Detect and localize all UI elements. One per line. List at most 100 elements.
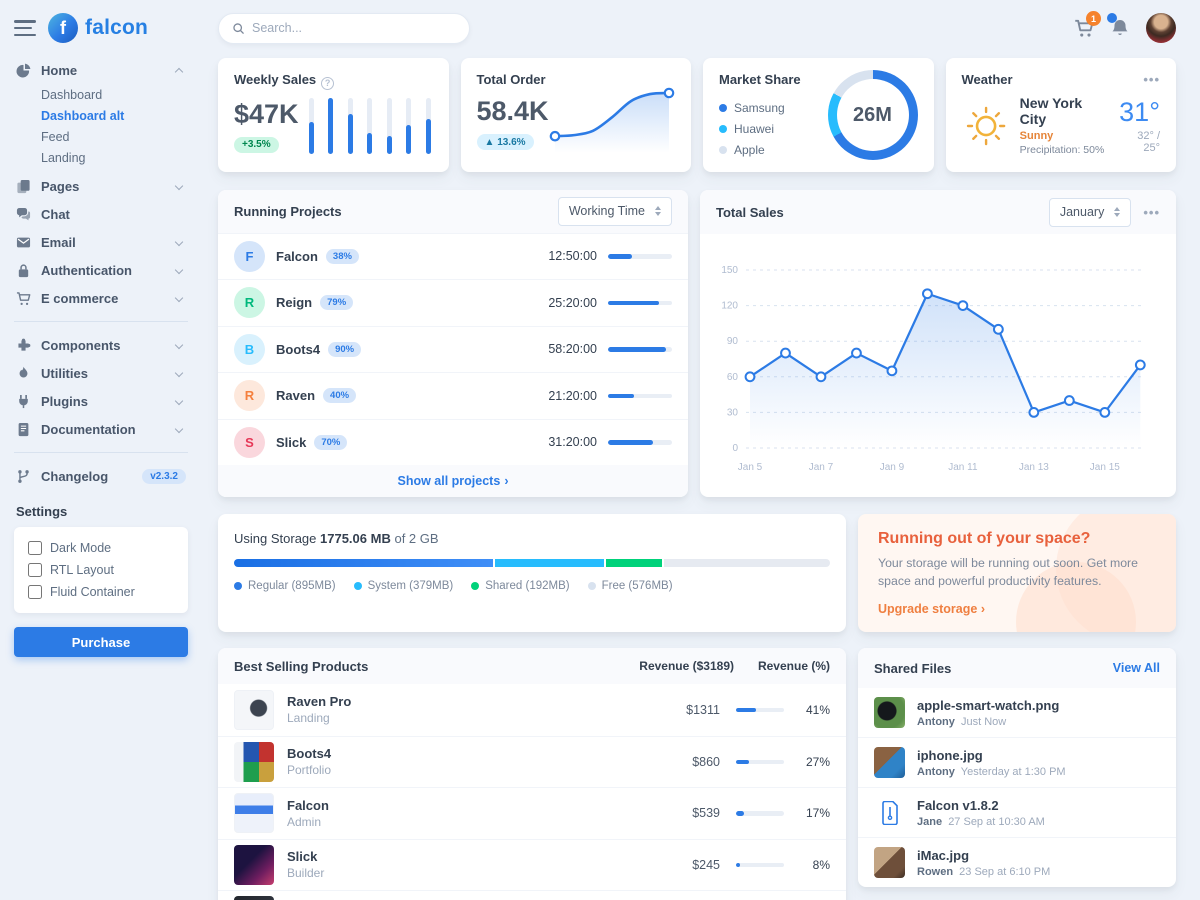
sidebar-nav: HomeDashboardDashboard altFeedLanding Pag… (14, 56, 188, 490)
sidebar-subitem-landing[interactable]: Landing (41, 147, 188, 168)
svg-text:Jan 9: Jan 9 (880, 462, 905, 473)
file-name[interactable]: Falcon v1.8.2 (917, 798, 1045, 813)
sidebar-item-label: Pages (41, 179, 167, 194)
storage-segment-3 (664, 559, 830, 567)
checkbox[interactable] (28, 541, 42, 555)
sidebar-subitem-dashboard-alt[interactable]: Dashboard alt (41, 105, 188, 126)
sidebar-subitem-dashboard[interactable]: Dashboard (41, 84, 188, 105)
month-select[interactable]: January (1049, 198, 1131, 227)
help-icon[interactable]: ? (321, 77, 334, 90)
product-name[interactable]: Boots4 (287, 746, 650, 761)
show-all-projects-link[interactable]: Show all projects› (218, 465, 688, 497)
project-row: SSlick70%31:20:00 (218, 419, 688, 466)
setting-option-rtl-layout[interactable]: RTL Layout (28, 559, 174, 581)
legend-label: Regular (895MB) (248, 580, 336, 592)
upgrade-storage-link[interactable]: Upgrade storage › (878, 602, 985, 616)
file-name[interactable]: iphone.jpg (917, 748, 1066, 763)
setting-option-label: Fluid Container (50, 585, 135, 599)
weather-city: New York City (1020, 95, 1109, 127)
search-input[interactable] (252, 21, 456, 35)
bar-track (328, 98, 333, 154)
chevron-down-icon (175, 369, 183, 377)
bar-track (367, 98, 372, 154)
storage-legend: Regular (895MB)System (379MB)Shared (192… (234, 580, 830, 592)
legend-label: Samsung (734, 101, 785, 115)
pages-icon (16, 178, 32, 194)
checkbox[interactable] (28, 585, 42, 599)
bar-fill (328, 98, 333, 154)
svg-text:Jan 11: Jan 11 (948, 462, 978, 473)
total-sales-menu-icon[interactable]: ••• (1143, 205, 1160, 220)
bar-track (309, 98, 314, 154)
project-row: FFalcon38%12:50:00 (218, 233, 688, 280)
purchase-button[interactable]: Purchase (14, 627, 188, 657)
bar-fill (387, 136, 392, 154)
search-box[interactable] (218, 13, 470, 44)
weather-menu-icon[interactable]: ••• (1143, 72, 1160, 87)
product-progress-bar (736, 708, 784, 713)
lock-icon (16, 262, 32, 278)
running-projects-title: Running Projects (234, 204, 342, 219)
chat-icon (16, 206, 32, 222)
sidebar-subitem-feed[interactable]: Feed (41, 126, 188, 147)
project-avatar: R (234, 380, 265, 411)
checkbox[interactable] (28, 563, 42, 577)
view-all-link[interactable]: View All (1113, 661, 1160, 675)
cart-button[interactable]: 1 (1074, 18, 1094, 38)
select-arrows-icon (1114, 207, 1120, 217)
setting-option-dark-mode[interactable]: Dark Mode (28, 537, 174, 559)
project-progress-fill (608, 347, 666, 352)
project-name[interactable]: Slick (276, 435, 306, 450)
hamburger-menu-button[interactable] (14, 20, 36, 36)
sidebar-item-documentation[interactable]: Documentation (14, 415, 188, 443)
sidebar-item-changelog[interactable]: Changelogv2.3.2 (14, 462, 188, 490)
project-name[interactable]: Falcon (276, 249, 318, 264)
product-progress-fill (736, 760, 749, 765)
notifications-button[interactable] (1110, 18, 1130, 38)
chevron-down-icon (175, 341, 183, 349)
chevron-right-icon: › (504, 474, 508, 488)
product-row: SlickBuilder$2458% (218, 839, 846, 891)
user-avatar[interactable] (1146, 13, 1176, 43)
product-revenue: $245 (650, 858, 720, 872)
cart-icon (16, 290, 32, 306)
project-name[interactable]: Boots4 (276, 342, 320, 357)
project-avatar: R (234, 287, 265, 318)
sidebar-item-email[interactable]: Email (14, 228, 188, 256)
legend-label: Apple (734, 143, 765, 157)
product-name[interactable]: Slick (287, 849, 650, 864)
project-progress-fill (608, 301, 659, 306)
market-share-donut-chart: 26M (828, 70, 918, 160)
product-name[interactable]: Raven Pro (287, 694, 650, 709)
storage-usage-bar (234, 559, 830, 567)
sidebar-item-pages[interactable]: Pages (14, 172, 188, 200)
chart-pie-icon (16, 62, 32, 78)
sidebar-item-chat[interactable]: Chat (14, 200, 188, 228)
sidebar-item-utilities[interactable]: Utilities (14, 359, 188, 387)
brand-logo[interactable]: f falcon (48, 13, 148, 43)
sidebar-item-label: Authentication (41, 263, 167, 278)
file-name[interactable]: iMac.jpg (917, 848, 1050, 863)
product-progress-bar (736, 760, 784, 765)
bar-track (406, 98, 411, 154)
sidebar-item-home[interactable]: Home (14, 56, 188, 84)
file-name[interactable]: apple-smart-watch.png (917, 698, 1059, 713)
svg-text:30: 30 (727, 407, 739, 418)
product-thumbnail (234, 845, 274, 885)
file-row: iphone.jpgAntony Yesterday at 1:30 PM (858, 737, 1176, 787)
svg-text:Jan 13: Jan 13 (1019, 462, 1049, 473)
sidebar-item-e-commerce[interactable]: E commerce (14, 284, 188, 312)
product-name[interactable]: Falcon (287, 798, 650, 813)
project-name[interactable]: Raven (276, 388, 315, 403)
sidebar-item-authentication[interactable]: Authentication (14, 256, 188, 284)
working-time-select[interactable]: Working Time (558, 197, 672, 226)
product-progress-fill (736, 863, 740, 868)
project-name[interactable]: Reign (276, 295, 312, 310)
bar-track (426, 98, 431, 154)
sidebar-item-components[interactable]: Components (14, 331, 188, 359)
sidebar-item-label: Changelog (41, 469, 133, 484)
setting-option-fluid-container[interactable]: Fluid Container (28, 581, 174, 603)
legend-dot (719, 104, 727, 112)
weather-range: 32° / 25° (1119, 130, 1160, 154)
sidebar-item-plugins[interactable]: Plugins (14, 387, 188, 415)
